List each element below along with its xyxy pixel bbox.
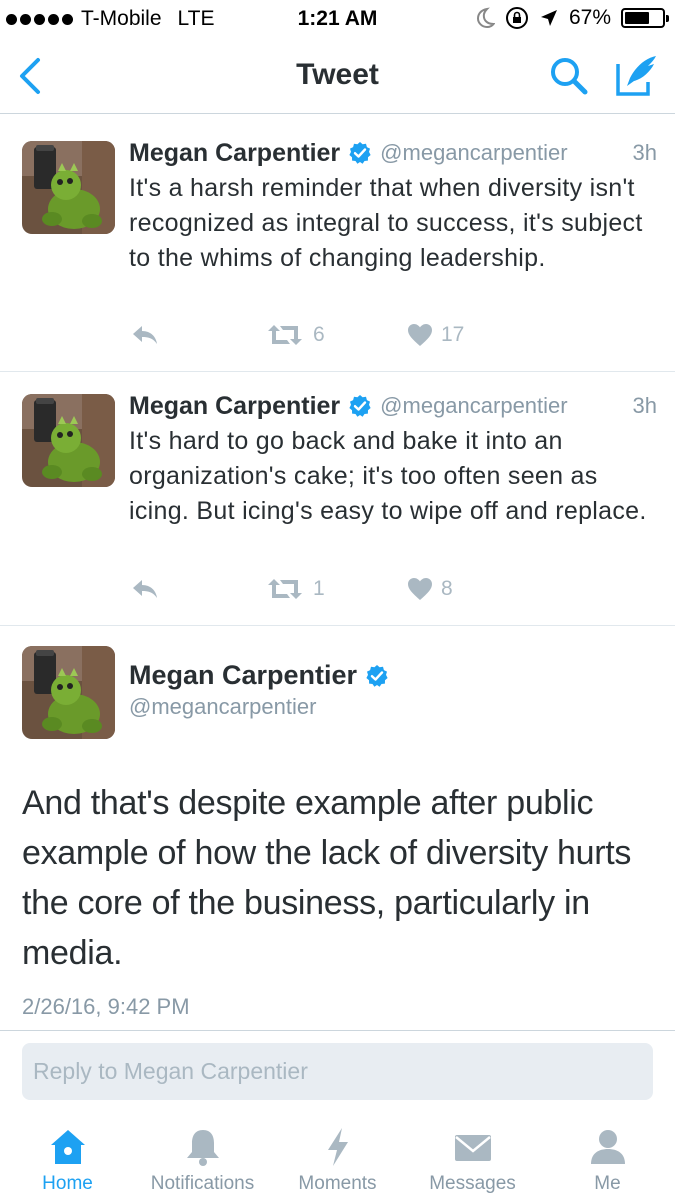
tweet-row[interactable]: Megan Carpentier @megancarpentier 3h It'…: [0, 372, 675, 626]
search-icon[interactable]: [548, 56, 590, 96]
bell-icon: [186, 1130, 219, 1166]
author-name[interactable]: Megan Carpentier: [129, 660, 357, 691]
tab-messages[interactable]: Messages: [405, 1126, 540, 1195]
tweet-time: 3h: [632, 393, 657, 418]
heart-icon: [407, 577, 433, 601]
tweet-row[interactable]: Megan Carpentier @megancarpentier 3h It'…: [0, 115, 675, 372]
tab-home[interactable]: Home: [0, 1126, 135, 1195]
tab-moments[interactable]: Moments: [270, 1126, 405, 1195]
avatar[interactable]: [22, 394, 115, 487]
tab-label: Home: [42, 1173, 93, 1194]
reply-button[interactable]: [130, 323, 160, 347]
author-name[interactable]: Megan Carpentier: [129, 392, 340, 421]
reply-placeholder: Reply to Megan Carpentier: [33, 1058, 308, 1084]
tweet-text: It's a harsh reminder that when diversit…: [129, 174, 643, 272]
verified-badge-icon: [348, 141, 372, 165]
home-icon: [50, 1130, 85, 1164]
lightning-icon: [327, 1128, 348, 1166]
tab-label: Notifications: [150, 1173, 255, 1194]
tweet-timestamp[interactable]: 2/26/16, 9:42 PM: [22, 994, 190, 1020]
envelope-icon: [454, 1135, 491, 1161]
reply-icon: [130, 577, 160, 601]
retweet-count: 1: [313, 577, 325, 600]
compose-icon[interactable]: [612, 52, 660, 98]
avatar[interactable]: [22, 646, 115, 739]
person-icon: [590, 1130, 625, 1164]
like-button[interactable]: 17: [407, 323, 464, 347]
retweet-icon: [265, 323, 305, 347]
verified-badge-icon: [348, 394, 372, 418]
author-handle: @megancarpentier: [380, 393, 568, 418]
rotation-lock-icon: [505, 7, 528, 29]
main-tweet-text: And that's despite example after public …: [22, 784, 632, 972]
tweet-header: Megan Carpentier @megancarpentier 3h: [129, 136, 657, 170]
retweet-count: 6: [313, 323, 325, 346]
tab-bar: Home Notifications Moments Messages Me: [0, 1112, 675, 1200]
tweet-header: Megan Carpentier @megancarpentier 3h: [129, 389, 657, 423]
tweet-text: It's hard to go back and bake it into an…: [129, 427, 647, 525]
tab-notifications[interactable]: Notifications: [135, 1126, 270, 1195]
avatar[interactable]: [22, 141, 115, 234]
navigation-bar: Tweet: [0, 38, 675, 114]
battery-percent: 67%: [568, 6, 611, 29]
retweet-icon: [265, 577, 305, 601]
retweet-button[interactable]: 1: [265, 577, 325, 601]
moon-icon: [476, 7, 495, 29]
tab-label: Me: [594, 1173, 621, 1194]
tab-label: Messages: [429, 1173, 516, 1194]
heart-icon: [407, 323, 433, 347]
reply-button[interactable]: [130, 577, 160, 601]
tweet-time: 3h: [632, 140, 657, 165]
like-count: 17: [441, 323, 465, 346]
like-button[interactable]: 8: [407, 577, 453, 601]
main-tweet: Megan Carpentier @megancarpentier And th…: [0, 626, 675, 1031]
author-name[interactable]: Megan Carpentier: [129, 139, 340, 168]
tab-label: Moments: [298, 1173, 377, 1194]
retweet-button[interactable]: 6: [265, 323, 325, 347]
reply-input[interactable]: Reply to Megan Carpentier: [22, 1043, 653, 1100]
status-bar: T-Mobile LTE 1:21 AM 67%: [0, 0, 675, 38]
verified-badge-icon: [365, 664, 389, 688]
author-handle[interactable]: @megancarpentier: [129, 694, 316, 720]
tab-me[interactable]: Me: [540, 1126, 675, 1195]
location-icon: [540, 10, 557, 26]
main-author-row: Megan Carpentier: [129, 660, 389, 691]
status-right: 67%: [475, 6, 669, 30]
author-handle: @megancarpentier: [380, 140, 568, 165]
reply-icon: [130, 323, 160, 347]
battery-icon: [621, 8, 669, 28]
tweet-actions: 6 17: [129, 323, 529, 353]
tweet-actions: 1 8: [129, 577, 529, 607]
like-count: 8: [441, 577, 453, 600]
